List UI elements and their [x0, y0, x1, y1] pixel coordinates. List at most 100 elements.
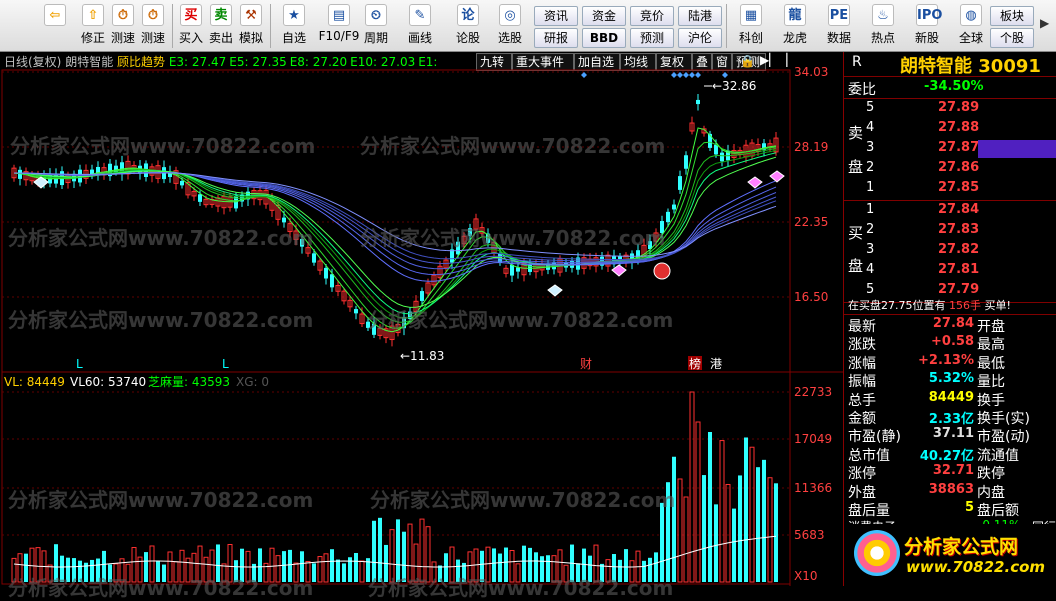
candle-body — [516, 267, 520, 272]
candle-body — [78, 169, 82, 183]
buy-price: 27.79 — [938, 282, 980, 297]
volume-bar — [372, 520, 376, 582]
toolbar-label: 自选 — [281, 31, 306, 45]
tool-4-icon: 论 — [457, 4, 479, 26]
toolbar-btn-修正-button[interactable]: ⇧ 修正 — [78, 2, 108, 50]
volume-bar — [689, 391, 695, 583]
trade-1-button[interactable]: 卖卖出 — [206, 2, 236, 50]
candle-body — [720, 152, 724, 162]
quick2-3-button[interactable]: 沪伦 — [678, 28, 722, 48]
candle-body — [450, 249, 454, 263]
sell-price: 27.87 — [938, 140, 980, 155]
stock-button[interactable]: 个股 — [990, 28, 1034, 48]
sell-price: 27.89 — [938, 100, 980, 115]
volume-bar — [203, 556, 209, 583]
volume-bar — [492, 548, 496, 582]
trade-2-button[interactable]: ⚒ 模拟 — [236, 2, 266, 50]
volume-bar — [173, 561, 179, 583]
candle-body — [660, 221, 664, 233]
tool-3-button[interactable]: ✎ 画线 — [400, 2, 440, 50]
quick2-2-button[interactable]: 预测 — [630, 28, 674, 48]
volume-bar — [305, 561, 311, 583]
speedtest-button[interactable]: ⏱ 测速 — [138, 2, 168, 50]
toolbar-btn-修正-icon: ⇧ — [82, 4, 104, 26]
buy-price: 27.84 — [938, 202, 980, 217]
volume-bar — [509, 550, 515, 583]
volume-bar — [293, 562, 299, 583]
candle-body — [666, 211, 670, 223]
big-2-button[interactable]: PE 数据 — [818, 2, 860, 50]
volume-bar — [149, 545, 155, 583]
stat-right-label: 市盈(动) — [977, 429, 1030, 446]
volume-bar — [317, 556, 323, 583]
back-button[interactable]: ⇦ — [40, 2, 70, 50]
vol-axis-label: 5683 — [794, 528, 825, 542]
candle-body — [468, 228, 472, 236]
event-marker-icon — [689, 72, 695, 78]
tool-5-button[interactable]: ◎ 选股 — [490, 2, 530, 50]
vol-axis-label: 11366 — [794, 481, 832, 495]
volume-bar — [108, 564, 112, 582]
buy-level-5: 5 — [866, 282, 875, 297]
volume-bar — [444, 553, 448, 582]
stat-value: +0.58 — [931, 334, 974, 350]
flower-logo-icon — [854, 530, 900, 576]
candle-body — [180, 180, 184, 186]
volume-bar — [191, 552, 197, 583]
volume-bar — [593, 544, 599, 583]
bang-marker-label: 榜 — [689, 356, 701, 371]
speedtest-icon: ⏱ — [142, 4, 164, 26]
buy-level-2: 2 — [866, 222, 875, 237]
quick-0-button[interactable]: 资讯 — [534, 6, 578, 26]
price-axis-label: 22.35 — [794, 215, 828, 229]
quick2-0-button[interactable]: 研报 — [534, 28, 578, 48]
volume-bar — [576, 563, 580, 582]
volume-bar — [708, 432, 712, 582]
volume-bar — [666, 482, 670, 582]
quick-1-button[interactable]: 资金 — [582, 6, 626, 26]
big-0-button[interactable]: ▦ 科创 — [730, 2, 772, 50]
trade-1-icon: 卖 — [210, 4, 232, 26]
quick2-1-button[interactable]: BBD — [582, 28, 626, 48]
volume-bar — [551, 555, 557, 583]
event-marker-icon — [677, 72, 683, 78]
stat-right-label: 换手 — [977, 392, 1005, 409]
expand-arrow-icon[interactable]: ▶ — [1040, 16, 1049, 30]
volume-bar — [515, 563, 521, 583]
volume-bar — [66, 557, 70, 582]
volume-bar — [600, 563, 604, 582]
header-letter: R — [852, 54, 862, 70]
trade-0-icon: 买 — [180, 4, 202, 26]
trade-0-button[interactable]: 买买入 — [176, 2, 206, 50]
tool-4-button[interactable]: 论论股 — [448, 2, 488, 50]
toolbar-label: 卖出 — [208, 31, 233, 45]
toolbar-label: 买入 — [178, 31, 203, 45]
zhima-label: 芝麻量: 43593 — [148, 374, 230, 389]
event-marker-icon — [683, 72, 689, 78]
toolbar-btn-测速-button[interactable]: ⏱ 测速 — [108, 2, 138, 50]
signal-diamond-icon — [769, 170, 785, 183]
candle-body — [324, 267, 328, 279]
stat-value: 84449 — [928, 389, 974, 405]
volume-bar — [402, 531, 406, 582]
volume-bar — [323, 553, 329, 583]
kline-chart[interactable]: 日线(复权) 朗特智能 顾比趋势 E3: 27.47 E5: 27.35 E8: 2… — [0, 52, 843, 600]
quick-3-button[interactable]: 陆港 — [678, 6, 722, 26]
stat-right-label: 换手(实) — [977, 411, 1030, 427]
stat-value: 40.27亿 — [919, 448, 974, 464]
tool-0-button[interactable]: ★ 自选 — [274, 2, 314, 50]
gang-marker-label: 港 — [710, 357, 722, 371]
volume-bar — [17, 553, 23, 583]
big-3-button[interactable]: ♨ 热点 — [862, 2, 904, 50]
volume-bar — [90, 559, 94, 582]
quick-2-button[interactable]: 竞价 — [630, 6, 674, 26]
tool-2-button[interactable]: ⏲ 周期 — [356, 2, 396, 50]
big-4-button[interactable]: IPO 新股 — [906, 2, 948, 50]
tool-5-icon: ◎ — [499, 4, 521, 26]
volume-bar — [330, 549, 334, 582]
big-3-icon: ♨ — [872, 4, 894, 26]
volume-bar — [540, 556, 544, 582]
sector-button[interactable]: 板块 — [990, 6, 1034, 26]
big-1-button[interactable]: 龍龙虎 — [774, 2, 816, 50]
big-5-button[interactable]: ◍ 全球 — [950, 2, 992, 50]
